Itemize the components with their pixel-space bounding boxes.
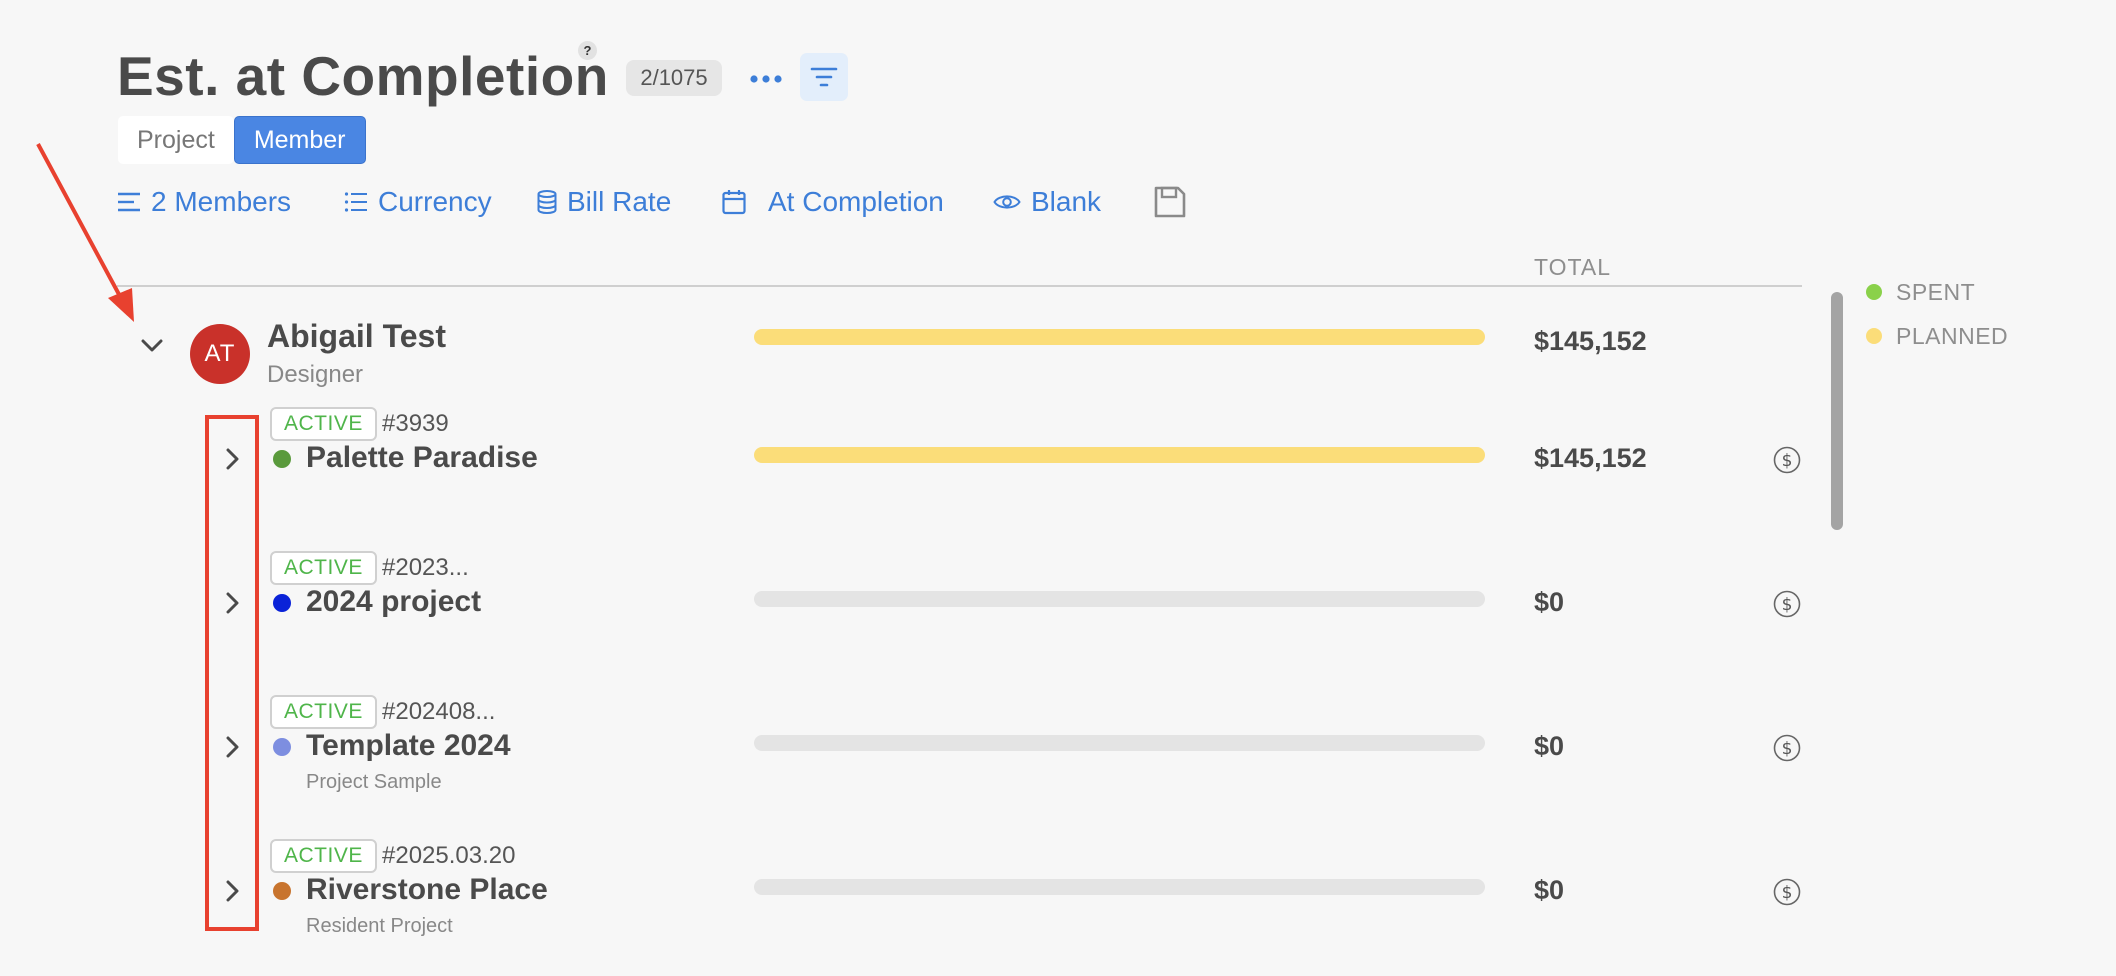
legend-spent: SPENT bbox=[1866, 270, 2008, 314]
legend-planned: PLANNED bbox=[1866, 314, 2008, 358]
bullet-list-icon bbox=[344, 192, 367, 212]
at-completion-label: At Completion bbox=[768, 186, 944, 217]
vertical-scrollbar[interactable] bbox=[1831, 292, 1843, 530]
svg-text:$: $ bbox=[1782, 595, 1793, 615]
project-empty-bar bbox=[754, 591, 1485, 607]
status-badge: ACTIVE bbox=[270, 695, 377, 729]
project-total: $0 bbox=[1534, 875, 1565, 905]
chart-legend: SPENT PLANNED bbox=[1866, 270, 2008, 358]
bill-rate-label: Bill Rate bbox=[567, 186, 672, 217]
database-icon bbox=[537, 190, 557, 214]
dollar-icon[interactable]: $ bbox=[1773, 734, 1801, 762]
chevron-down-icon bbox=[141, 339, 163, 352]
project-color-dot bbox=[273, 882, 291, 900]
blank-option[interactable]: Blank bbox=[993, 180, 1101, 224]
member-role: Designer bbox=[267, 361, 364, 388]
status-badge: ACTIVE bbox=[270, 407, 377, 441]
members-label: 2 Members bbox=[151, 186, 292, 217]
ellipsis-icon bbox=[750, 75, 782, 83]
project-number: #2025.03.20 bbox=[382, 842, 516, 869]
project-color-dot bbox=[273, 738, 291, 756]
total-column-header: TOTAL bbox=[1534, 254, 1611, 280]
project-planned-bar bbox=[754, 447, 1485, 463]
dollar-icon[interactable]: $ bbox=[1773, 446, 1801, 474]
project-name[interactable]: Riverstone Place bbox=[306, 873, 548, 907]
toggle-member[interactable]: Member bbox=[233, 116, 366, 164]
currency-label: Currency bbox=[378, 186, 492, 217]
svg-text:$: $ bbox=[1782, 883, 1793, 903]
avatar: AT bbox=[190, 324, 250, 384]
filter-button[interactable] bbox=[800, 53, 848, 101]
blank-label: Blank bbox=[1031, 186, 1102, 217]
project-subtitle: Project Sample bbox=[306, 771, 442, 793]
project-color-dot bbox=[273, 594, 291, 612]
project-empty-bar bbox=[754, 735, 1485, 751]
status-badge: ACTIVE bbox=[270, 839, 377, 873]
member-name: Abigail Test bbox=[267, 318, 446, 354]
project-color-dot bbox=[273, 450, 291, 468]
spent-dot bbox=[1866, 284, 1882, 300]
page-title: Est. at Completion bbox=[117, 45, 609, 107]
project-total: $145,152 bbox=[1534, 443, 1647, 473]
project-number: #2023... bbox=[382, 554, 469, 581]
help-icon[interactable]: ? bbox=[578, 41, 597, 60]
more-options-button[interactable] bbox=[748, 61, 784, 97]
bill-rate-option[interactable]: Bill Rate bbox=[537, 180, 671, 224]
svg-text:$: $ bbox=[1782, 451, 1793, 471]
member-total: $145,152 bbox=[1534, 326, 1647, 356]
save-icon bbox=[1154, 186, 1186, 218]
project-name[interactable]: Template 2024 bbox=[306, 729, 511, 763]
project-name[interactable]: Palette Paradise bbox=[306, 441, 538, 475]
planned-dot bbox=[1866, 328, 1882, 344]
count-badge: 2/1075 bbox=[626, 60, 722, 96]
dollar-icon[interactable]: $ bbox=[1773, 590, 1801, 618]
annotation-arrow-icon bbox=[36, 143, 134, 322]
project-name[interactable]: 2024 project bbox=[306, 585, 481, 619]
project-number: #3939 bbox=[382, 410, 449, 437]
filter-icon bbox=[810, 67, 838, 87]
dollar-icon[interactable]: $ bbox=[1773, 878, 1801, 906]
header-divider bbox=[117, 285, 1802, 287]
project-number: #202408... bbox=[382, 698, 496, 725]
eye-icon bbox=[993, 195, 1021, 209]
currency-option[interactable]: Currency bbox=[344, 180, 492, 224]
legend-spent-label: SPENT bbox=[1896, 278, 1976, 305]
calendar-icon bbox=[722, 190, 746, 215]
project-total: $0 bbox=[1534, 587, 1565, 617]
svg-text:$: $ bbox=[1782, 739, 1793, 759]
save-button[interactable] bbox=[1153, 180, 1197, 224]
member-planned-bar bbox=[754, 329, 1485, 345]
at-completion-option[interactable]: At Completion bbox=[722, 180, 944, 224]
status-badge: ACTIVE bbox=[270, 551, 377, 585]
view-toggle: Project Member bbox=[118, 116, 366, 164]
legend-planned-label: PLANNED bbox=[1896, 322, 2009, 349]
annotation-highlight-box bbox=[205, 415, 259, 931]
project-subtitle: Resident Project bbox=[306, 915, 453, 937]
project-total: $0 bbox=[1534, 731, 1565, 761]
project-empty-bar bbox=[754, 879, 1485, 895]
